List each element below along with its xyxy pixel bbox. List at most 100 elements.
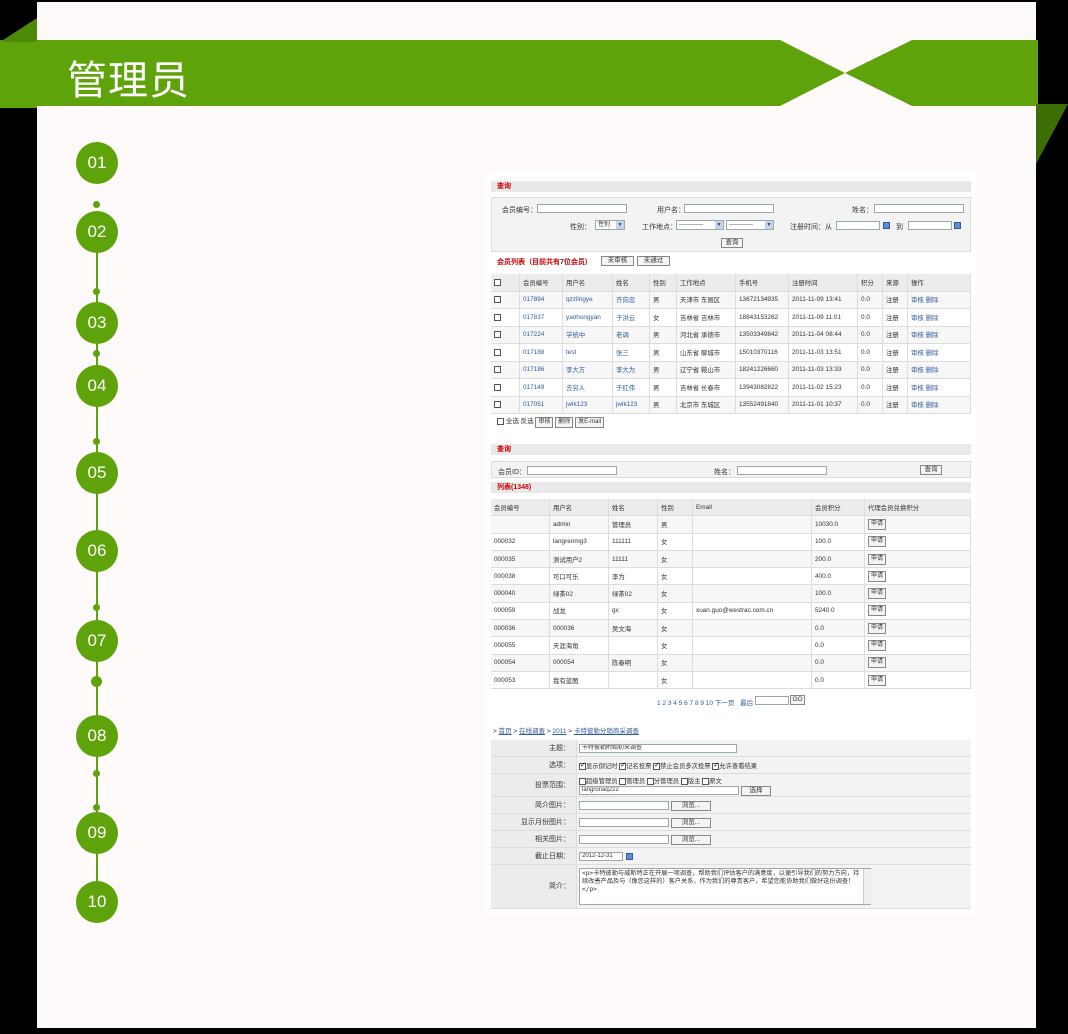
textarea-scrollbar[interactable]: [863, 869, 871, 904]
scope-original-checkbox[interactable]: [702, 777, 710, 785]
username-input[interactable]: [684, 204, 774, 213]
page-links[interactable]: 1 2 3 4 5 6 7 8 9 10: [657, 700, 713, 707]
table-cell[interactable]: 017894: [519, 291, 563, 309]
table-cell[interactable]: 017186: [519, 361, 563, 379]
browse-button[interactable]: 浏览...: [671, 818, 711, 828]
related-image-input[interactable]: [579, 835, 669, 844]
delete-link[interactable]: 删除: [926, 297, 939, 304]
delete-link[interactable]: 删除: [926, 402, 939, 409]
delete-link[interactable]: 删除: [926, 332, 939, 339]
scope-user-input[interactable]: langronaq222: [579, 786, 739, 795]
review-link[interactable]: 审核: [911, 385, 924, 392]
scope-admin-checkbox[interactable]: [619, 777, 627, 785]
table-cell[interactable]: 017837: [519, 308, 563, 327]
review-link[interactable]: 审核: [911, 315, 924, 322]
page-number-input[interactable]: [755, 696, 789, 705]
table-cell[interactable]: 017149: [519, 378, 563, 397]
choose-button[interactable]: 选择: [741, 786, 771, 796]
invert-label[interactable]: 反选: [521, 418, 534, 425]
apply-button[interactable]: 申请: [868, 570, 887, 582]
apply-button[interactable]: 申请: [868, 588, 887, 600]
select-all-label[interactable]: 全选: [506, 418, 519, 425]
table-cell[interactable]: 李大方: [562, 361, 613, 379]
crumb-year[interactable]: 2011: [552, 728, 566, 735]
deadline-input[interactable]: 2012-12-31: [579, 852, 623, 861]
tab-unreviewed[interactable]: 未审核: [601, 256, 634, 266]
calendar-icon[interactable]: [954, 222, 961, 229]
table-cell[interactable]: jwlk123: [612, 396, 650, 414]
table-cell[interactable]: 于洪云: [612, 308, 650, 327]
last-page-link[interactable]: 最后: [740, 700, 753, 707]
delete-button[interactable]: 删除: [555, 417, 574, 428]
description-textarea[interactable]: <p>卡特彼勒与威斯特正在开展一项调查，帮助我们评估客户的满意度，以便引导我们的…: [579, 868, 871, 905]
next-page-link[interactable]: 下一页: [715, 700, 735, 707]
apply-button[interactable]: 申请: [868, 622, 887, 634]
review-link[interactable]: 审核: [911, 332, 924, 339]
calendar-icon[interactable]: [883, 222, 890, 229]
row-checkbox[interactable]: [494, 383, 501, 391]
row-checkbox[interactable]: [494, 348, 501, 356]
table-cell[interactable]: 老调: [612, 326, 650, 344]
table-cell[interactable]: 017224: [519, 326, 563, 344]
row-checkbox[interactable]: [494, 401, 501, 409]
row-checkbox[interactable]: [494, 296, 501, 304]
table-cell[interactable]: 017051: [519, 396, 563, 414]
crumb-current[interactable]: 卡特彼勒分销商采调查: [574, 728, 639, 735]
table-cell[interactable]: 张三: [612, 343, 650, 362]
table-cell[interactable]: jwlk123: [562, 396, 613, 414]
review-link[interactable]: 审核: [911, 402, 924, 409]
crumb-home[interactable]: 首页: [499, 728, 512, 735]
apply-button[interactable]: 申请: [868, 605, 887, 617]
review-link[interactable]: 审核: [911, 350, 924, 357]
table-cell[interactable]: 去穷人: [562, 378, 613, 397]
opt-named-checkbox[interactable]: [619, 761, 627, 770]
query2-button[interactable]: 查询: [920, 465, 942, 475]
opt-countdown-checkbox[interactable]: [579, 761, 586, 770]
browse-button[interactable]: 浏览...: [671, 835, 711, 845]
table-cell[interactable]: 李大为: [612, 361, 650, 379]
apply-button[interactable]: 申请: [868, 518, 887, 530]
email-button[interactable]: 发E-mail: [575, 417, 605, 428]
apply-button[interactable]: 申请: [868, 657, 887, 669]
subject-input[interactable]: 卡特彼勒附始初采调查: [579, 744, 737, 753]
table-cell[interactable]: 于红伟: [612, 378, 650, 397]
tab-rejected[interactable]: 未通过: [637, 256, 670, 266]
delete-link[interactable]: 删除: [926, 350, 939, 357]
city-select[interactable]: ------------ ▼: [726, 220, 774, 230]
row-checkbox[interactable]: [494, 313, 501, 321]
opt-multi-checkbox[interactable]: [653, 761, 661, 770]
regtime-to-input[interactable]: [908, 221, 952, 230]
gender-select[interactable]: 性别 ▼: [595, 220, 625, 230]
scope-subadmin-checkbox[interactable]: [646, 777, 654, 785]
name2-input[interactable]: [737, 466, 827, 475]
province-select[interactable]: ------------ ▼: [676, 220, 724, 230]
name-input[interactable]: [874, 204, 964, 213]
table-cell[interactable]: yaohongyan: [562, 308, 613, 327]
calendar-icon[interactable]: [626, 853, 633, 860]
crumb-online[interactable]: 在线调查: [519, 728, 545, 735]
apply-button[interactable]: 申请: [868, 536, 887, 548]
delete-link[interactable]: 删除: [926, 367, 939, 374]
select-all-checkbox[interactable]: [494, 278, 501, 286]
intro-image-input[interactable]: [579, 801, 669, 810]
table-cell[interactable]: 学统中: [562, 326, 613, 344]
opt-view-result-checkbox[interactable]: [712, 761, 720, 770]
table-cell[interactable]: test: [562, 343, 613, 362]
table-cell[interactable]: 齐向忠: [612, 291, 650, 309]
query-button[interactable]: 查询: [721, 238, 743, 248]
browse-button[interactable]: 浏览...: [671, 801, 711, 811]
review-link[interactable]: 审核: [911, 367, 924, 374]
apply-button[interactable]: 申请: [868, 640, 887, 652]
delete-link[interactable]: 删除: [926, 385, 939, 392]
scope-moderator-checkbox[interactable]: [680, 777, 688, 785]
delete-link[interactable]: 删除: [926, 315, 939, 322]
month-image-input[interactable]: [579, 818, 669, 827]
review-link[interactable]: 审核: [911, 297, 924, 304]
apply-button[interactable]: 申请: [868, 553, 887, 565]
row-checkbox[interactable]: [494, 331, 501, 339]
review-button[interactable]: 审核: [535, 417, 554, 428]
table-cell[interactable]: 017188: [519, 343, 563, 362]
member-id-input[interactable]: [527, 466, 617, 475]
select-all-footer-checkbox[interactable]: [497, 417, 504, 425]
row-checkbox[interactable]: [494, 366, 501, 374]
